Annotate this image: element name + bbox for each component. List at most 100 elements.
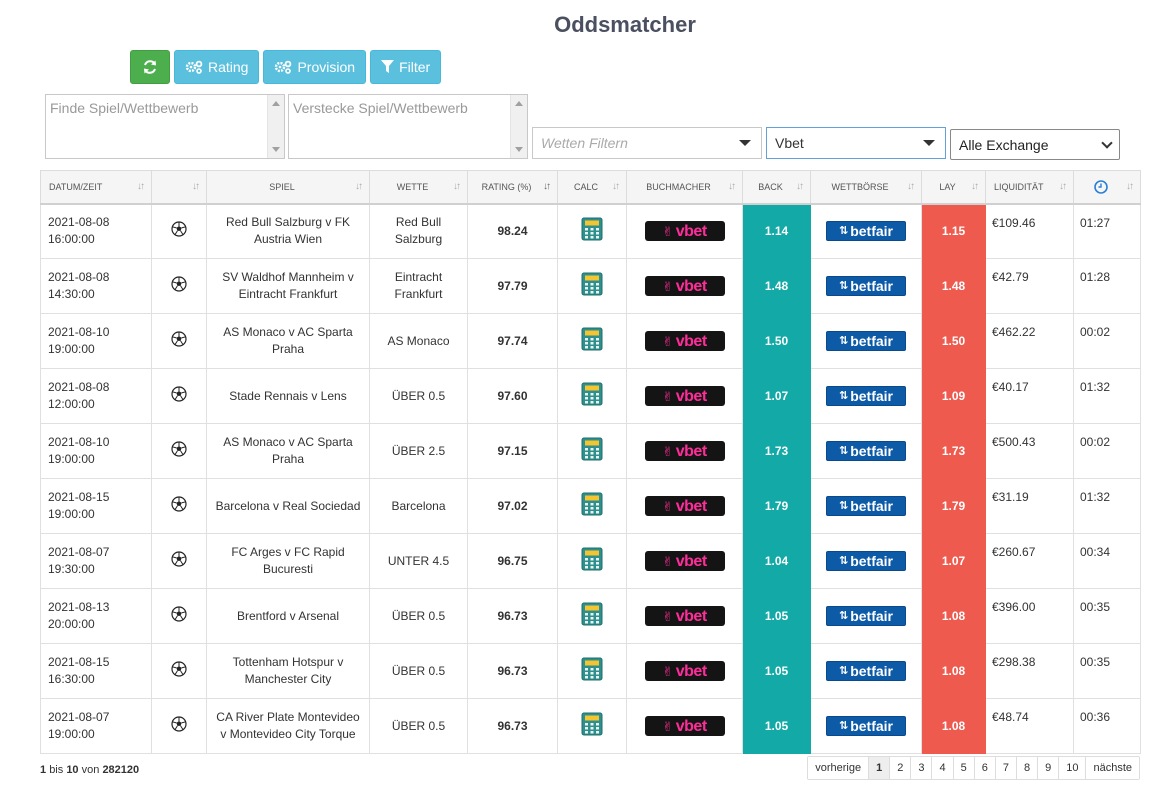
calculator-icon[interactable] (581, 327, 603, 351)
page-button[interactable]: 7 (994, 757, 1016, 779)
bet-cell: AS Monaco (369, 313, 468, 369)
hide-game-scrollbar[interactable] (510, 95, 527, 158)
provision-button[interactable]: Provision (263, 50, 367, 84)
page-button[interactable]: 2 (889, 757, 911, 779)
lay-odds-cell: 1.73 (921, 423, 986, 479)
betfair-logo[interactable]: ⇅ betfair (826, 551, 906, 571)
page-button[interactable]: 3 (910, 757, 932, 779)
table-row: 2021-08-07 19:30:00 FC Arges v FC Rapid B… (40, 533, 1141, 589)
column-header-back[interactable]: Back ↓↑ (742, 170, 811, 205)
column-header-calc[interactable]: Calc ↓↑ (557, 170, 627, 205)
betfair-logo[interactable]: ⇅ betfair (826, 386, 906, 406)
betfair-arrows-icon: ⇅ (838, 499, 849, 512)
betfair-logo[interactable]: ⇅ betfair (826, 441, 906, 461)
vbet-mark-icon: ✌ (662, 333, 673, 349)
column-header-sport[interactable]: ↓↑ (151, 170, 207, 205)
page-button[interactable]: 8 (1015, 757, 1038, 779)
page-button[interactable]: 5 (952, 757, 974, 779)
bets-filter-select[interactable]: Wetten Filtern (532, 127, 762, 159)
liquidity-cell: €260.67 (985, 533, 1074, 589)
column-header-bookmaker[interactable]: Buchmacher ↓↑ (626, 170, 743, 205)
betfair-logo[interactable]: ⇅ betfair (826, 221, 906, 242)
calculator-icon[interactable] (581, 437, 603, 461)
betfair-logo-text: betfair (850, 717, 893, 734)
lay-odds-cell: 1.79 (921, 478, 986, 534)
betfair-logo[interactable]: ⇅ betfair (826, 331, 906, 351)
column-header-lay[interactable]: Lay ↓↑ (921, 170, 986, 205)
find-game-input[interactable]: Finde Spiel/Wettbewerb (45, 94, 285, 159)
exchange-select[interactable]: Alle Exchange (950, 129, 1120, 160)
vbet-logo[interactable]: ✌ vbet (644, 221, 725, 242)
bookmaker-cell: ✌ vbet (626, 588, 743, 644)
page-button[interactable]: 4 (931, 757, 953, 779)
refresh-button[interactable] (130, 50, 170, 84)
calculator-icon[interactable] (581, 272, 603, 296)
column-header-bet[interactable]: Wette ↓↑ (369, 170, 468, 205)
filter-button[interactable]: Filter (370, 50, 442, 84)
bookmaker-select[interactable]: Vbet (766, 127, 946, 159)
page-button[interactable]: 9 (1037, 757, 1059, 779)
exchange-cell: ⇅ betfair (810, 588, 922, 644)
calculator-icon[interactable] (581, 382, 603, 406)
vbet-logo[interactable]: ✌ vbet (644, 496, 725, 516)
lay-odds-cell: 1.08 (921, 588, 986, 644)
rating-button[interactable]: Rating (174, 50, 260, 84)
page-button[interactable]: 6 (973, 757, 995, 779)
calc-cell (557, 643, 627, 699)
table-row: 2021-08-15 16:30:00 Tottenham Hotspur v M… (40, 643, 1141, 699)
bookmaker-cell: ✌ vbet (626, 368, 743, 424)
calculator-icon[interactable] (581, 712, 603, 736)
sort-icon: ↓↑ (453, 181, 461, 192)
game-cell: Stade Rennais v Lens (206, 368, 370, 424)
find-game-scrollbar[interactable] (267, 95, 284, 158)
vbet-logo-text: vbet (675, 442, 707, 460)
hide-game-input[interactable]: Verstecke Spiel/Wettbewerb (288, 94, 528, 159)
sport-cell (151, 588, 207, 644)
calculator-icon[interactable] (581, 217, 603, 241)
calculator-icon[interactable] (581, 657, 603, 681)
column-header-age[interactable]: ↓↑ (1073, 170, 1141, 205)
date-cell: 2021-08-10 19:00:00 (40, 423, 152, 479)
betfair-logo[interactable]: ⇅ betfair (826, 716, 906, 736)
vbet-logo[interactable]: ✌ vbet (644, 386, 725, 406)
back-odds-cell: 1.50 (742, 313, 811, 369)
betfair-logo[interactable]: ⇅ betfair (826, 606, 906, 626)
column-header-exchange[interactable]: Wettbörse ↓↑ (810, 170, 922, 205)
vbet-logo[interactable]: ✌ vbet (644, 276, 725, 296)
calculator-icon[interactable] (581, 492, 603, 516)
vbet-logo[interactable]: ✌ vbet (644, 331, 725, 351)
vbet-logo[interactable]: ✌ vbet (644, 661, 725, 681)
info-von: von (81, 764, 100, 776)
page-button[interactable]: 10 (1058, 757, 1086, 779)
calc-cell (557, 478, 627, 534)
back-odds-cell: 1.04 (742, 533, 811, 589)
column-header-rating[interactable]: Rating (%) ↓↑ (467, 170, 558, 205)
betfair-logo[interactable]: ⇅ betfair (826, 496, 906, 516)
calculator-icon[interactable] (581, 547, 603, 571)
pagination: vorherige 1 2 3 4 5 6 7 8 9 10 nächste (807, 756, 1140, 780)
prev-page-button[interactable]: vorherige (808, 757, 869, 779)
table-row: 2021-08-10 19:00:00 AS Monaco v AC Sparta… (40, 423, 1141, 479)
soccer-ball-icon (171, 495, 187, 512)
date-cell: 2021-08-07 19:30:00 (40, 533, 152, 589)
vbet-mark-icon: ✌ (662, 388, 673, 404)
column-header-game[interactable]: Spiel ↓↑ (206, 170, 370, 205)
page-button[interactable]: 1 (868, 757, 890, 779)
vbet-logo[interactable]: ✌ vbet (644, 551, 725, 571)
betfair-arrows-icon: ⇅ (838, 444, 849, 457)
column-header-liquidity[interactable]: Liquidität ↓↑ (985, 170, 1074, 205)
sport-cell (151, 313, 207, 369)
vbet-logo-text: vbet (675, 497, 707, 515)
soccer-ball-icon (171, 221, 187, 237)
soccer-ball-icon (171, 550, 187, 567)
column-header-date[interactable]: Datum/Zeit ↓↑ (40, 170, 152, 205)
vbet-logo[interactable]: ✌ vbet (644, 441, 725, 461)
betfair-logo[interactable]: ⇅ betfair (826, 276, 906, 296)
vbet-logo[interactable]: ✌ vbet (644, 606, 725, 626)
next-page-button[interactable]: nächste (1085, 757, 1139, 779)
vbet-logo[interactable]: ✌ vbet (644, 716, 725, 736)
betfair-logo[interactable]: ⇅ betfair (826, 661, 906, 681)
table-row: 2021-08-13 20:00:00 Brentford v Arsenal Ü… (40, 588, 1141, 644)
calculator-icon[interactable] (581, 602, 603, 626)
date-value: 2021-08-10 (48, 435, 110, 449)
